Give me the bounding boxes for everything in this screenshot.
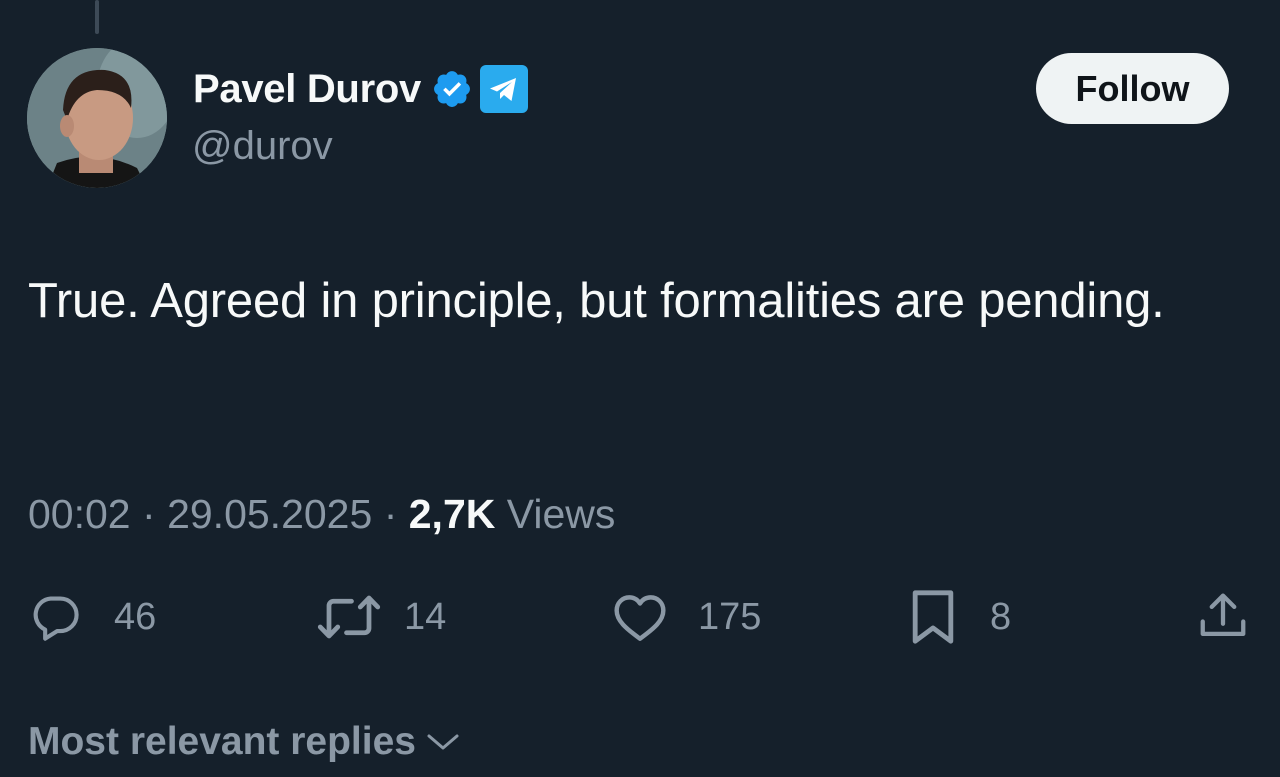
replies-sort-label: Most relevant replies xyxy=(28,720,416,763)
bookmark-icon xyxy=(912,590,954,644)
views-count: 2,7K xyxy=(408,491,496,537)
follow-button[interactable]: Follow xyxy=(1036,53,1229,124)
tweet-time[interactable]: 00:02 xyxy=(28,491,131,537)
avatar[interactable] xyxy=(27,48,167,188)
views-label: Views xyxy=(506,491,616,537)
bookmark-button[interactable]: 8 xyxy=(910,590,1011,644)
chevron-down-icon xyxy=(427,734,459,750)
tweet-meta: 00:02 · 29.05.2025 · 2,7K Views xyxy=(28,488,615,540)
share-icon xyxy=(1200,593,1246,637)
reply-button[interactable]: 46 xyxy=(28,590,156,644)
repost-button[interactable]: 14 xyxy=(316,590,446,644)
reply-count: 46 xyxy=(114,595,157,638)
bookmark-count: 8 xyxy=(990,595,1012,638)
author-name-row: Pavel Durov xyxy=(193,62,529,116)
share-button[interactable] xyxy=(1196,590,1250,644)
tweet-detail-page: Pavel Durov @durov Follow True. Agreed i… xyxy=(0,0,1280,777)
meta-separator: · xyxy=(383,491,398,537)
meta-separator: · xyxy=(142,491,156,537)
author-handle[interactable]: @durov xyxy=(192,124,333,169)
tweet-date[interactable]: 29.05.2025 xyxy=(167,491,372,537)
like-button[interactable]: 175 xyxy=(612,590,761,644)
like-count: 175 xyxy=(698,595,762,638)
author-display-name[interactable]: Pavel Durov xyxy=(193,67,421,112)
repost-icon xyxy=(317,595,381,639)
reply-icon xyxy=(33,596,79,641)
telegram-icon[interactable] xyxy=(479,64,529,114)
replies-sort-dropdown[interactable]: Most relevant replies xyxy=(28,716,460,768)
verified-badge-icon[interactable] xyxy=(431,68,473,110)
thread-connector-line xyxy=(95,0,99,34)
tweet-text: True. Agreed in principle, but formaliti… xyxy=(28,274,1165,328)
repost-count: 14 xyxy=(404,595,447,638)
heart-icon xyxy=(614,595,666,641)
